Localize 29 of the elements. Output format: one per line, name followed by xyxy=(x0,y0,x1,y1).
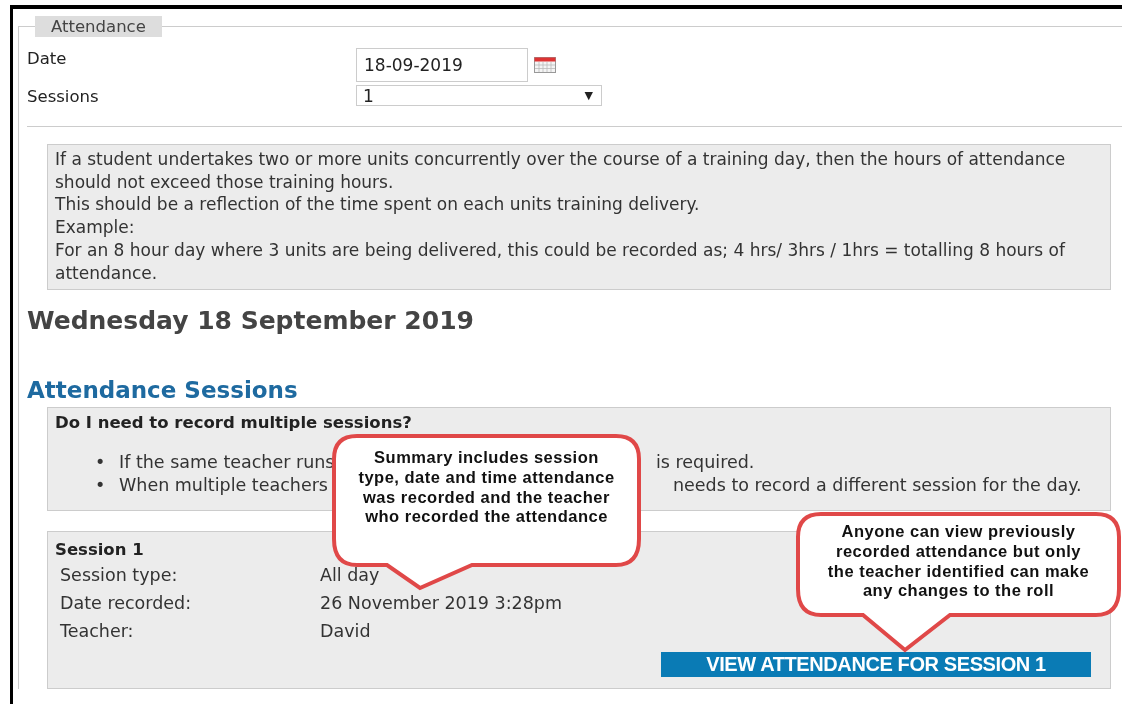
info-text: This should be a reflection of the time spent on each units training delivery. xyxy=(55,193,701,217)
bullet-text: If the same teacher runs xyxy=(119,451,335,472)
info-text: For an 8 hour day where 3 units are being delivered, this could be recorded as; 4 hrs/ 3hrs / 1hrs = totalling 8 hours of attendance. xyxy=(55,238,1067,285)
callout-text: Summary includes session type, date and time attendance was recorded and the teacher who recorded the attendance xyxy=(357,448,616,528)
faq-question: Do I need to record multiple sessions? xyxy=(55,412,412,435)
detail-label: Session type: xyxy=(60,564,178,588)
date-label: Date xyxy=(27,48,67,68)
info-text: Example: xyxy=(55,216,136,239)
bullet-marker: • xyxy=(95,473,107,497)
detail-label: Teacher: xyxy=(60,620,134,644)
detail-value: 26 November 2019 3:28pm xyxy=(320,592,562,616)
date-field[interactable]: 18-09-2019 xyxy=(356,48,528,82)
bullet-text: is required. xyxy=(656,450,755,474)
bullet-text: needs to record a different session for the day. xyxy=(673,473,1082,497)
callout-text: Anyone can view previously recorded attendance but only the teacher identified can make any changes to the roll xyxy=(827,522,1090,602)
calendar-icon[interactable] xyxy=(534,57,556,73)
section-heading: Attendance Sessions xyxy=(27,377,298,405)
info-text: If a student undertakes two or more units concurrently over the course of a training day, then the hours of attendance should not exceed those training hours. xyxy=(55,148,1067,194)
fieldset-legend: Attendance xyxy=(35,16,162,37)
sessions-dropdown[interactable]: 1 ▼ xyxy=(356,85,602,106)
view-attendance-button[interactable]: VIEW ATTENDANCE FOR SESSION 1 xyxy=(661,652,1091,678)
detail-value: David xyxy=(320,620,371,644)
session-title: Session 1 xyxy=(55,539,144,562)
bullet-marker: • xyxy=(95,450,107,474)
detail-value: All day xyxy=(320,564,380,588)
day-heading: Wednesday 18 September 2019 xyxy=(27,306,474,337)
sessions-label: Sessions xyxy=(27,85,99,106)
detail-label: Date recorded: xyxy=(60,592,192,616)
bullet-text: When multiple teachers xyxy=(119,474,328,495)
